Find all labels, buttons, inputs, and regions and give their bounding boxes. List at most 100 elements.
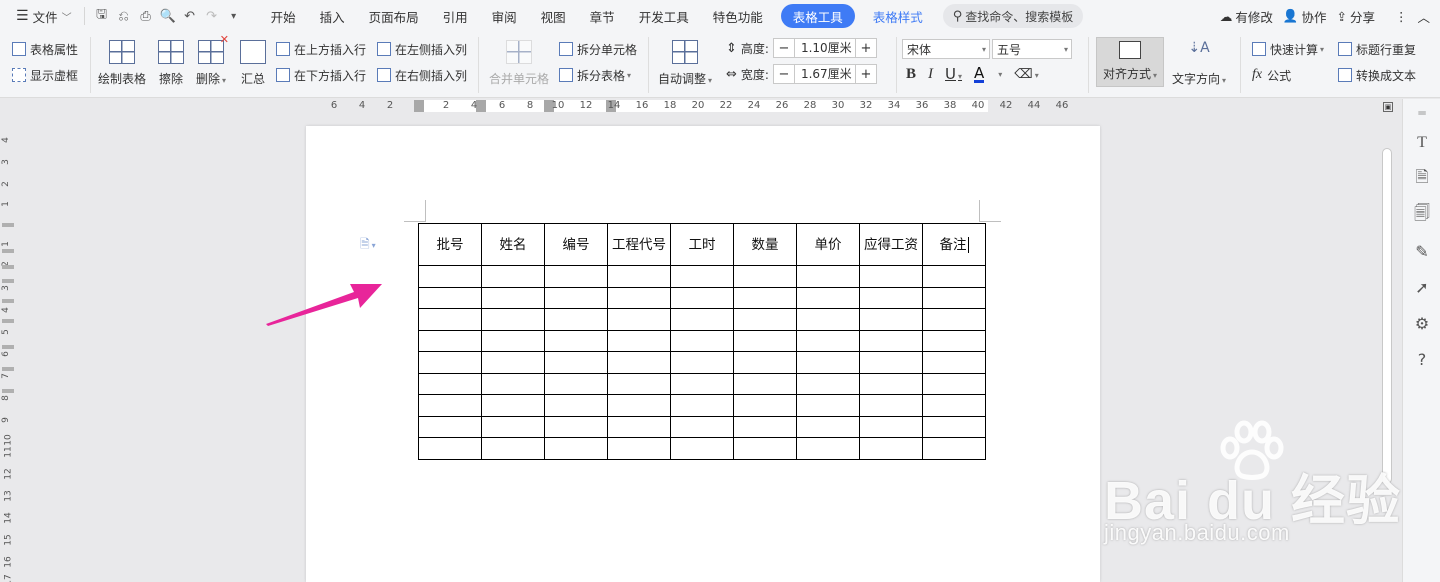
- table-header-cell[interactable]: 批号: [418, 223, 482, 266]
- increase-height-button[interactable]: +: [856, 41, 876, 56]
- tab-table-tools[interactable]: 表格工具: [780, 4, 855, 28]
- table-cell[interactable]: [922, 394, 986, 417]
- table-cell[interactable]: [607, 394, 671, 417]
- row-height-input[interactable]: 1.10厘米: [793, 39, 856, 57]
- table-header-cell[interactable]: 单价: [796, 223, 860, 266]
- table-cell[interactable]: [796, 437, 860, 460]
- table-cell[interactable]: [733, 286, 797, 309]
- table-cell[interactable]: [733, 265, 797, 288]
- table-cell[interactable]: [922, 372, 986, 395]
- table-cell[interactable]: [733, 329, 797, 352]
- table-cell[interactable]: [796, 329, 860, 352]
- table-cell[interactable]: [733, 372, 797, 395]
- table-cell[interactable]: [418, 286, 482, 309]
- table-cell[interactable]: [418, 437, 482, 460]
- insert-col-left-button[interactable]: 在左侧插入列: [377, 39, 467, 59]
- table-cell[interactable]: [607, 415, 671, 438]
- table-cell[interactable]: [922, 265, 986, 288]
- table-cell[interactable]: [670, 437, 734, 460]
- increase-width-button[interactable]: +: [856, 67, 876, 82]
- table-cell[interactable]: [418, 329, 482, 352]
- insert-row-above-button[interactable]: 在上方插入行: [276, 39, 366, 59]
- table-cell[interactable]: [922, 437, 986, 460]
- format-painter-icon[interactable]: ⎌: [113, 5, 135, 27]
- table-cell[interactable]: [733, 415, 797, 438]
- table-cell[interactable]: [859, 394, 923, 417]
- quick-calc-button[interactable]: 快速计算 ▾: [1252, 39, 1324, 59]
- collab-button[interactable]: 👤 协作: [1283, 7, 1327, 26]
- text-style-icon[interactable]: T: [1412, 133, 1432, 153]
- table-cell[interactable]: [922, 351, 986, 374]
- table-cell[interactable]: [859, 308, 923, 331]
- table-properties-button[interactable]: 表格属性: [12, 39, 78, 59]
- tab-home[interactable]: 开始: [259, 4, 308, 28]
- table-cell[interactable]: [481, 351, 545, 374]
- table-cell[interactable]: [859, 286, 923, 309]
- select-cursor-icon[interactable]: ➚: [1412, 277, 1432, 297]
- vertical-ruler[interactable]: 4 3 2 1 1 2 3 4 5 6 7 8 9 10 11 12 13 14 15 16 17: [0, 99, 16, 582]
- table-cell[interactable]: [859, 329, 923, 352]
- table-header-cell[interactable]: 应得工资: [859, 223, 923, 266]
- ruler-marker[interactable]: [2, 389, 14, 393]
- table-cell[interactable]: [796, 394, 860, 417]
- print-preview-icon[interactable]: 🔍: [157, 5, 179, 27]
- search-input[interactable]: ⚲ 查找命令、搜索模板: [942, 4, 1084, 28]
- table-cell[interactable]: [481, 437, 545, 460]
- table-cell[interactable]: [733, 308, 797, 331]
- bold-icon[interactable]: B: [906, 66, 916, 83]
- tab-review[interactable]: 审阅: [480, 4, 529, 28]
- delete-button[interactable]: 删除▾: [196, 33, 229, 87]
- redo-icon[interactable]: ↷: [201, 5, 223, 27]
- table-cell[interactable]: [607, 265, 671, 288]
- document-settings-icon[interactable]: 🗐: [1412, 203, 1432, 225]
- file-menu[interactable]: ☰ 文件 ﹀: [10, 4, 78, 28]
- ruler-marker[interactable]: [2, 299, 14, 303]
- help-icon[interactable]: ?: [1412, 349, 1432, 369]
- convert-to-text-button[interactable]: 转换成文本: [1338, 65, 1416, 85]
- table-cell[interactable]: [859, 437, 923, 460]
- ruler-marker[interactable]: [2, 249, 14, 253]
- table-cell[interactable]: [544, 437, 608, 460]
- table-cell[interactable]: [922, 286, 986, 309]
- table-cell[interactable]: [796, 308, 860, 331]
- table-cell[interactable]: [418, 394, 482, 417]
- table-cell[interactable]: [544, 329, 608, 352]
- ruler-marker[interactable]: [476, 100, 486, 112]
- document-table[interactable]: 批号 姓名 编号 工程代号 工时 数量 单价 应得工资 备注: [418, 223, 986, 460]
- table-cell[interactable]: [859, 415, 923, 438]
- col-width-input[interactable]: 1.67厘米: [793, 65, 856, 83]
- collapse-ribbon-icon[interactable]: ︿: [1417, 7, 1430, 26]
- font-size-select[interactable]: 五号 ▾: [992, 39, 1072, 59]
- table-header-cell[interactable]: 工时: [670, 223, 734, 266]
- modified-status-button[interactable]: ☁ 有修改: [1220, 7, 1273, 26]
- table-cell[interactable]: [481, 286, 545, 309]
- ruler-toggle-icon[interactable]: ▣: [1383, 102, 1393, 112]
- table-cell[interactable]: [796, 265, 860, 288]
- table-cell[interactable]: [544, 394, 608, 417]
- table-cell[interactable]: [922, 329, 986, 352]
- ruler-marker[interactable]: [2, 345, 14, 349]
- table-cell[interactable]: [670, 308, 734, 331]
- table-handle[interactable]: 🗎 ▾: [360, 235, 376, 256]
- tab-table-style[interactable]: 表格样式: [861, 4, 935, 28]
- tab-chapter[interactable]: 章节: [578, 4, 627, 28]
- table-cell[interactable]: [670, 351, 734, 374]
- table-header-cell[interactable]: 编号: [544, 223, 608, 266]
- sidebar-collapse-icon[interactable]: ═: [1412, 103, 1432, 123]
- align-button[interactable]: 对齐方式 ▾: [1096, 37, 1164, 87]
- italic-icon[interactable]: I: [928, 66, 933, 83]
- table-cell[interactable]: [418, 372, 482, 395]
- table-cell[interactable]: [481, 372, 545, 395]
- tab-references[interactable]: 引用: [431, 4, 480, 28]
- table-cell[interactable]: [607, 286, 671, 309]
- auto-fit-button[interactable]: 自动调整 ▾: [658, 40, 712, 87]
- table-header-cell[interactable]: 姓名: [481, 223, 545, 266]
- table-cell[interactable]: [670, 265, 734, 288]
- tab-view[interactable]: 视图: [529, 4, 578, 28]
- table-cell[interactable]: [418, 415, 482, 438]
- table-cell[interactable]: [544, 286, 608, 309]
- table-cell[interactable]: [607, 329, 671, 352]
- table-cell[interactable]: [544, 308, 608, 331]
- title-repeat-button[interactable]: 标题行重复: [1338, 39, 1416, 59]
- more-icon[interactable]: ⋮: [1395, 9, 1408, 24]
